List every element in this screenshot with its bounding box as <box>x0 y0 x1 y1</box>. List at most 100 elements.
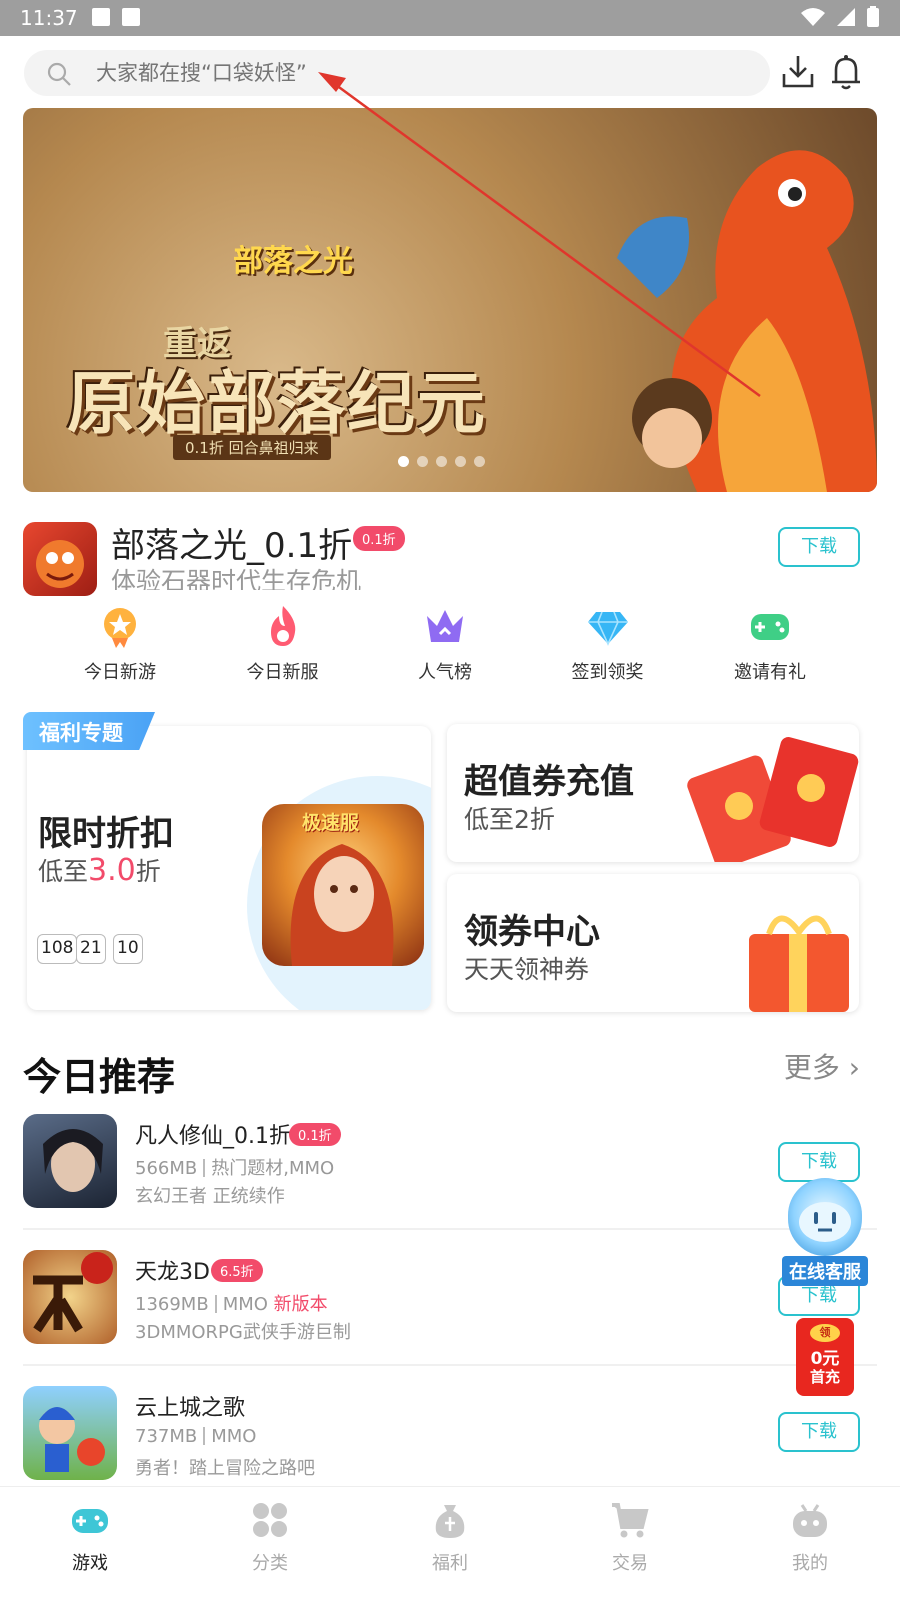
heroine-illustration <box>290 844 394 966</box>
meta-separator <box>203 1427 206 1445</box>
tab-welfare[interactable]: 福利 <box>360 1487 540 1600</box>
coupon-sub: 天天领神券 <box>464 955 590 984</box>
game-meta: 737MB MMO <box>135 1426 256 1447</box>
game-desc: 玄幻王者 正统续作 <box>135 1186 285 1207</box>
tab-label: 我的 <box>792 1553 828 1574</box>
game-meta: 566MB 热门题材,MMO <box>135 1154 334 1180</box>
tab-label: 交易 <box>612 1553 648 1574</box>
more-link[interactable]: 更多 › <box>784 1046 860 1086</box>
banner-dot[interactable] <box>455 456 466 467</box>
gamepad-icon <box>751 614 789 640</box>
money-bag-tab-icon <box>435 1505 465 1538</box>
warrior-portrait-icon <box>43 1129 103 1192</box>
tab-label: 分类 <box>252 1553 288 1574</box>
limited-discount-sub: 低至3.0折 <box>38 852 161 888</box>
featured-game-icon <box>23 522 97 596</box>
meta-separator <box>203 1159 206 1177</box>
game-meta: 1369MB MMO 新版本 <box>135 1290 328 1316</box>
banner-dot[interactable] <box>474 456 485 467</box>
section-title: 今日推荐 <box>23 1055 176 1099</box>
chevron-right-icon: › <box>848 1051 860 1084</box>
download-button[interactable]: 下载 <box>778 1412 860 1452</box>
gift-box-icon <box>749 915 849 1012</box>
game-icon <box>23 1250 117 1344</box>
download-button[interactable]: 下载 <box>778 1142 860 1182</box>
game-size: 566MB <box>135 1158 198 1179</box>
tab-category[interactable]: 分类 <box>180 1487 360 1600</box>
search-icon <box>47 62 71 86</box>
tab-label: 福利 <box>432 1553 468 1574</box>
voucher-sub: 低至2折 <box>464 805 555 834</box>
quick-link-new-games[interactable]: 今日新游 <box>45 604 195 684</box>
game-genre: MMO <box>211 1426 257 1447</box>
quick-links: 今日新游 今日新服 人气榜 签到领奖 邀请有礼 <box>45 604 845 684</box>
signal-icon <box>837 8 855 26</box>
notification-icons <box>92 8 140 26</box>
banner-note: 0.1折 回合鼻祖归来 <box>173 435 331 460</box>
quick-link-label: 今日新服 <box>246 662 319 683</box>
game-row[interactable]: 凡人修仙_0.1折 0.1折 566MB 热门题材,MMO 玄幻王者 正统续作 下… <box>23 1114 877 1234</box>
game-icon <box>23 1114 117 1208</box>
download-button[interactable]: 下载 <box>778 527 860 567</box>
online-service-button[interactable]: 在线客服 <box>782 1178 868 1286</box>
coin-icon: 领 <box>810 1324 840 1342</box>
game-name: 云上城之歌 <box>135 1396 246 1421</box>
tianlong-logo-icon <box>33 1252 113 1333</box>
discount-suffix: 折 <box>135 857 161 886</box>
discount-game-art[interactable]: 极速服 <box>262 804 424 966</box>
robot-face-icon <box>799 1202 851 1242</box>
banner-dot[interactable] <box>398 456 409 467</box>
battery-icon <box>867 6 879 27</box>
diamond-icon <box>587 611 628 646</box>
countdown-seconds: 10 <box>113 934 143 964</box>
banner-pagination <box>398 456 485 467</box>
search-input[interactable] <box>96 50 756 96</box>
download-icon[interactable] <box>778 52 818 92</box>
first-charge-button[interactable]: 领 0元 首充 <box>796 1318 854 1396</box>
game-desc: 3DMMORPG武侠手游巨制 <box>135 1322 351 1343</box>
category-tab-icon <box>253 1503 287 1537</box>
quick-link-popular[interactable]: 人气榜 <box>370 604 520 684</box>
tab-trade[interactable]: 交易 <box>540 1487 720 1600</box>
red-envelope-icon <box>687 737 859 862</box>
dragon-icon <box>36 540 84 588</box>
crown-icon <box>427 610 463 642</box>
flame-icon <box>270 606 295 646</box>
banner-title: 原始部落纪元 <box>67 365 488 444</box>
game-desc: 勇者！踏上冒险之路吧 <box>135 1458 315 1479</box>
countdown-minutes: 21 <box>76 934 106 964</box>
promo-banner[interactable]: 部落之光 重返 原始部落纪元 0.1折 回合鼻祖归来 <box>23 108 877 492</box>
quick-link-checkin[interactable]: 签到领奖 <box>533 604 683 684</box>
discount-badge: 0.1折 <box>289 1123 341 1146</box>
quick-link-label: 人气榜 <box>418 662 472 683</box>
game-size: 737MB <box>135 1426 198 1447</box>
featured-game-name: 部落之光_0.1折 <box>111 526 353 566</box>
game-icon <box>23 1386 117 1480</box>
online-service-label: 在线客服 <box>782 1256 868 1286</box>
bell-icon[interactable] <box>826 52 866 92</box>
tab-mine[interactable]: 我的 <box>720 1487 900 1600</box>
divider <box>23 1228 877 1230</box>
banner-dot[interactable] <box>436 456 447 467</box>
gamepad-tab-icon <box>72 1509 108 1533</box>
game-row[interactable]: 天龙3D 6.5折 1369MB MMO 新版本 3DMMORPG武侠手游巨制 下… <box>23 1250 877 1370</box>
wifi-icon <box>801 8 825 26</box>
a-notification-icon <box>122 8 140 26</box>
status-bar: 11:37 <box>0 0 900 36</box>
quick-link-label: 今日新游 <box>84 662 156 683</box>
medal-icon <box>104 608 136 648</box>
quick-link-invite[interactable]: 邀请有礼 <box>695 604 845 684</box>
cart-tab-icon <box>612 1503 649 1538</box>
search-bar[interactable] <box>24 50 770 96</box>
tab-games[interactable]: 游戏 <box>0 1487 180 1600</box>
meta-separator <box>214 1295 217 1313</box>
featured-game[interactable]: 部落之光_0.1折 0.1折 体验石器时代生存危机 下载 <box>23 512 877 596</box>
first-charge-line2: 首充 <box>809 1368 840 1386</box>
quick-link-new-servers[interactable]: 今日新服 <box>208 604 358 684</box>
banner-dot[interactable] <box>417 456 428 467</box>
dragon-illustration <box>617 150 877 492</box>
voucher-title: 超值券充值 <box>464 762 634 802</box>
image-notification-icon <box>92 8 110 26</box>
hero-character-icon <box>39 1407 105 1472</box>
discount-badge: 6.5折 <box>211 1259 263 1282</box>
